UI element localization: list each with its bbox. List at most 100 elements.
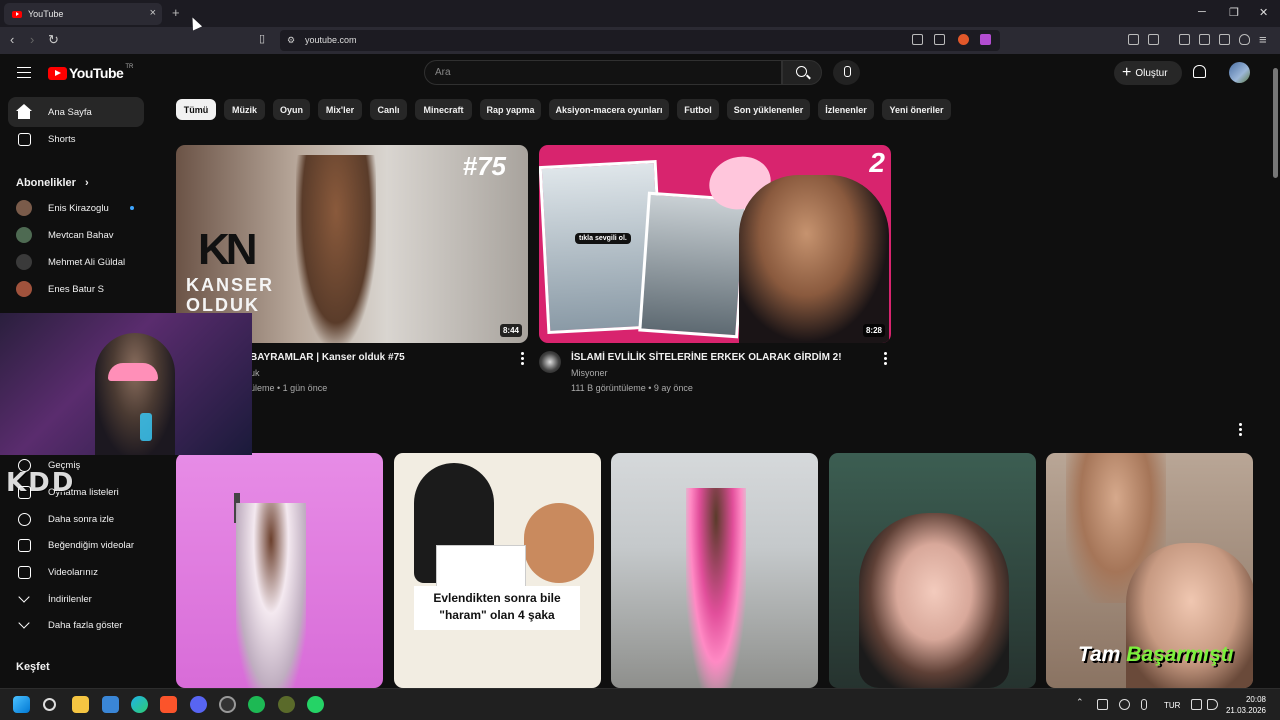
sidebar-sub-enes-batur[interactable]: Enes Batur S <box>8 274 144 304</box>
video-title[interactable]: İSLAMİ EVLİLİK SİTELERİNE ERKEK OLARAK G… <box>571 352 842 363</box>
close-window-button[interactable]: ✕ <box>1259 6 1268 19</box>
menu-icon[interactable]: ≡ <box>1259 32 1267 47</box>
scrollbar-thumb[interactable] <box>1273 68 1278 178</box>
create-button[interactable]: + Oluştur <box>1114 61 1182 85</box>
guide-menu-icon[interactable] <box>17 67 31 78</box>
subscriptions-heading[interactable]: Abonelikler › <box>16 177 89 189</box>
voice-search-button[interactable] <box>833 60 860 85</box>
address-bar[interactable] <box>280 30 1000 51</box>
clock-date[interactable]: 21.03.2026 <box>1226 706 1266 715</box>
sidebar-sub-mehmet-ali-guldal[interactable]: Mehmet Ali Güldal <box>8 247 144 277</box>
input-language[interactable]: TUR <box>1164 701 1180 710</box>
page-scrollbar[interactable] <box>1271 54 1280 688</box>
url-text[interactable]: youtube.com <box>305 35 357 45</box>
channel-avatar[interactable] <box>539 351 561 373</box>
forward-icon[interactable]: › <box>30 32 34 47</box>
sidebar-item-your-videos[interactable]: Videolarınız <box>8 557 144 587</box>
chip-rap[interactable]: Rap yapma <box>480 99 541 120</box>
chip-recently-uploaded[interactable]: Son yüklenenler <box>727 99 810 120</box>
brave-icon[interactable] <box>160 696 177 713</box>
short-thumbnail[interactable] <box>829 453 1036 688</box>
wallet-icon[interactable] <box>1199 34 1210 45</box>
tray-overflow-icon[interactable]: ⌃ <box>1076 697 1087 708</box>
short-thumbnail[interactable] <box>176 453 383 688</box>
leo-ai-icon[interactable] <box>1219 34 1230 45</box>
chip-music[interactable]: Müzik <box>224 99 265 120</box>
watermark-logo: KDD <box>6 468 76 498</box>
short-caption: Evlendikten sonra bile "haram" olan 4 şa… <box>414 586 580 630</box>
chip-live[interactable]: Canlı <box>370 99 407 120</box>
more-actions-icon[interactable] <box>521 352 524 365</box>
file-explorer-icon[interactable] <box>72 696 89 713</box>
new-tab-button[interactable]: + <box>172 5 180 20</box>
store-icon[interactable] <box>102 696 119 713</box>
start-icon[interactable] <box>13 696 30 713</box>
tab-search-icon[interactable] <box>1148 34 1159 45</box>
chip-mixes[interactable]: Mix'ler <box>318 99 362 120</box>
volume-icon[interactable] <box>1207 699 1218 710</box>
search-icon[interactable] <box>43 698 56 711</box>
cast-icon[interactable] <box>912 34 923 45</box>
extensions-icon[interactable] <box>1128 34 1139 45</box>
youtube-logo[interactable]: YouTube TR <box>48 64 133 81</box>
edge-icon[interactable] <box>131 696 148 713</box>
thumbnail-brand-text: KANSER OLDUK <box>186 275 275 315</box>
short-thumbnail[interactable]: Evlendikten sonra bile "haram" olan 4 şa… <box>394 453 601 688</box>
reload-icon[interactable]: ↻ <box>48 32 59 48</box>
sidebar-item-show-more[interactable]: Daha fazla göster <box>8 610 144 640</box>
search-button[interactable] <box>782 60 822 85</box>
episode-number: 2 <box>869 147 885 178</box>
sidebar-item-home[interactable]: Ana Sayfa <box>8 97 144 127</box>
account-avatar[interactable] <box>1229 62 1250 83</box>
chip-action-adventure[interactable]: Aksiyon-macera oyunları <box>549 99 669 120</box>
sidebar-item-liked-videos[interactable]: Beğendiğim videolar <box>8 530 144 560</box>
obs-icon[interactable] <box>219 696 236 713</box>
thumbnail-figure <box>296 155 376 343</box>
brave-rewards-icon[interactable] <box>980 34 991 45</box>
notifications-bell-icon[interactable] <box>1193 65 1206 78</box>
bookmark-icon[interactable]: ▯ <box>259 32 265 45</box>
app-icon[interactable] <box>278 696 295 713</box>
video-thumbnail[interactable]: tıkla sevgili ol. 2 8:28 <box>539 145 891 343</box>
chip-minecraft[interactable]: Minecraft <box>415 99 472 120</box>
browser-tab[interactable]: YouTube × <box>4 3 162 25</box>
screenshot-card <box>638 191 748 339</box>
logo-wordmark: YouTube <box>69 65 124 81</box>
sidebar-sub-mevtcan-bahav[interactable]: Mevtcan Bahav <box>8 220 144 250</box>
whatsapp-icon[interactable] <box>307 696 324 713</box>
tray-cloud-icon[interactable] <box>1119 699 1130 710</box>
back-icon[interactable]: ‹ <box>10 32 14 47</box>
video-title[interactable]: BAYRAMLAR | Kanser olduk #75 <box>250 352 405 363</box>
tab-close-button[interactable]: × <box>150 7 156 19</box>
chip-new-to-you[interactable]: Yeni öneriler <box>882 99 951 120</box>
sidebar-item-shorts[interactable]: Shorts <box>8 124 144 154</box>
tray-app-icon[interactable] <box>1097 699 1108 710</box>
discord-icon[interactable] <box>190 696 207 713</box>
network-icon[interactable] <box>1191 699 1202 710</box>
maximize-button[interactable]: ❐ <box>1229 6 1239 19</box>
brave-shields-icon[interactable] <box>958 34 969 45</box>
chip-football[interactable]: Futbol <box>677 99 719 120</box>
site-info-icon[interactable]: ⚙ <box>287 35 295 46</box>
search-input[interactable]: Ara <box>424 60 782 85</box>
thumbnail-figure <box>859 513 1009 688</box>
more-actions-icon[interactable] <box>884 352 887 365</box>
video-duration: 8:44 <box>499 324 522 337</box>
clock-time[interactable]: 20:08 <box>1246 695 1266 704</box>
shorts-more-icon[interactable] <box>1239 423 1242 436</box>
vpn-icon[interactable] <box>1239 34 1250 45</box>
sidebar-icon[interactable] <box>1179 34 1190 45</box>
chip-gaming[interactable]: Oyun <box>273 99 310 120</box>
thumbnail-figure <box>524 503 594 583</box>
chip-all[interactable]: Tümü <box>176 99 216 120</box>
chip-watched[interactable]: İzlenenler <box>818 99 874 120</box>
minimize-button[interactable]: ─ <box>1198 6 1206 18</box>
short-thumbnail[interactable]: Tam Başarmıştı <box>1046 453 1253 688</box>
thumbnail-sticker: tıkla sevgili ol. <box>575 233 631 244</box>
spotify-icon[interactable] <box>248 696 265 713</box>
channel-name[interactable]: Misyoner <box>571 368 608 378</box>
sidebar-sub-enis-kirazoglu[interactable]: Enis Kirazoglu <box>8 193 144 223</box>
share-icon[interactable] <box>934 34 945 45</box>
tray-mic-icon[interactable] <box>1141 699 1147 710</box>
short-thumbnail[interactable] <box>611 453 818 688</box>
